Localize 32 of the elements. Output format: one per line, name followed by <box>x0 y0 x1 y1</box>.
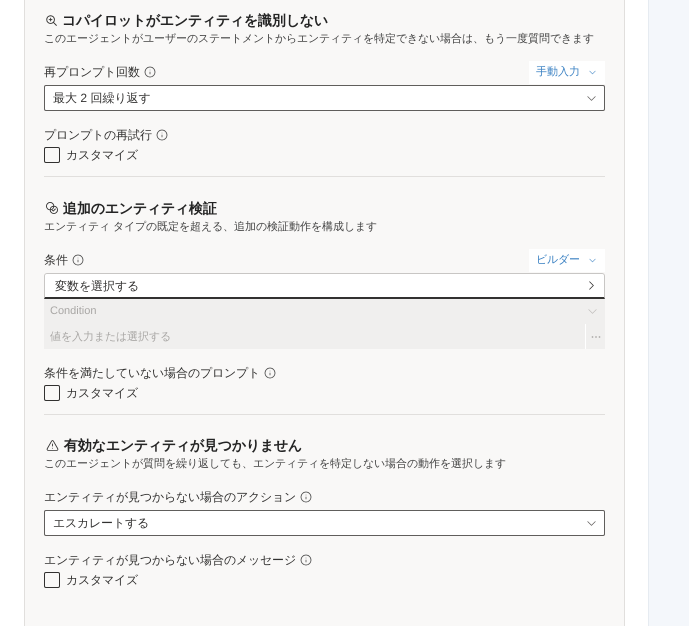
info-icon[interactable] <box>300 491 312 503</box>
field-label: プロンプトの再試行 <box>44 127 152 144</box>
checkbox-label: カスタマイズ <box>66 572 138 589</box>
field-label: 条件を満たしていない場合のプロンプト <box>44 365 260 382</box>
section-title: 有効なエンティティが見つかりません <box>64 436 302 455</box>
field-label: 再プロンプト回数 <box>44 64 140 81</box>
section-title: 追加のエンティティ検証 <box>63 198 217 218</box>
info-icon[interactable] <box>264 367 276 379</box>
checkbox-label: カスタマイズ <box>66 147 138 164</box>
checkbox-label: カスタマイズ <box>66 385 138 402</box>
field-label: 条件 <box>44 252 68 269</box>
section-description: このエージェントがユーザーのステートメントからエンティティを特定できない場合は、もう一度質問できます <box>44 32 595 47</box>
overlapping-circles-icon <box>46 202 58 214</box>
section-title: コパイロットがエンティティを識別しない <box>62 10 328 30</box>
search-icon <box>46 14 57 26</box>
field-label: エンティティが見つからない場合のアクション <box>44 489 296 506</box>
field-label: エンティティが見つからない場合のメッセージ <box>44 552 296 569</box>
section-description: このエージェントが質問を繰り返しても、エンティティを特定しない場合の動作を選択します <box>44 456 507 472</box>
info-icon[interactable] <box>72 254 84 266</box>
warning-icon <box>46 438 59 452</box>
info-icon[interactable] <box>156 129 168 141</box>
info-icon[interactable] <box>300 554 312 566</box>
mode-dropdown[interactable]: ビルダー <box>529 248 605 272</box>
checkbox[interactable] <box>44 572 60 588</box>
dropdown[interactable]: エスカレートする <box>44 510 605 536</box>
checkbox[interactable] <box>44 147 60 163</box>
dropdown[interactable]: 最大 2 回繰り返す <box>44 85 605 111</box>
checkbox[interactable] <box>44 385 60 401</box>
info-icon[interactable] <box>144 66 156 78</box>
section-description: エンティティ タイプの既定を超える、追加の検証動作を構成します <box>44 220 378 235</box>
variable-picker[interactable]: 変数を選択する <box>44 273 605 299</box>
mode-dropdown[interactable]: 手動入力 <box>529 60 605 84</box>
